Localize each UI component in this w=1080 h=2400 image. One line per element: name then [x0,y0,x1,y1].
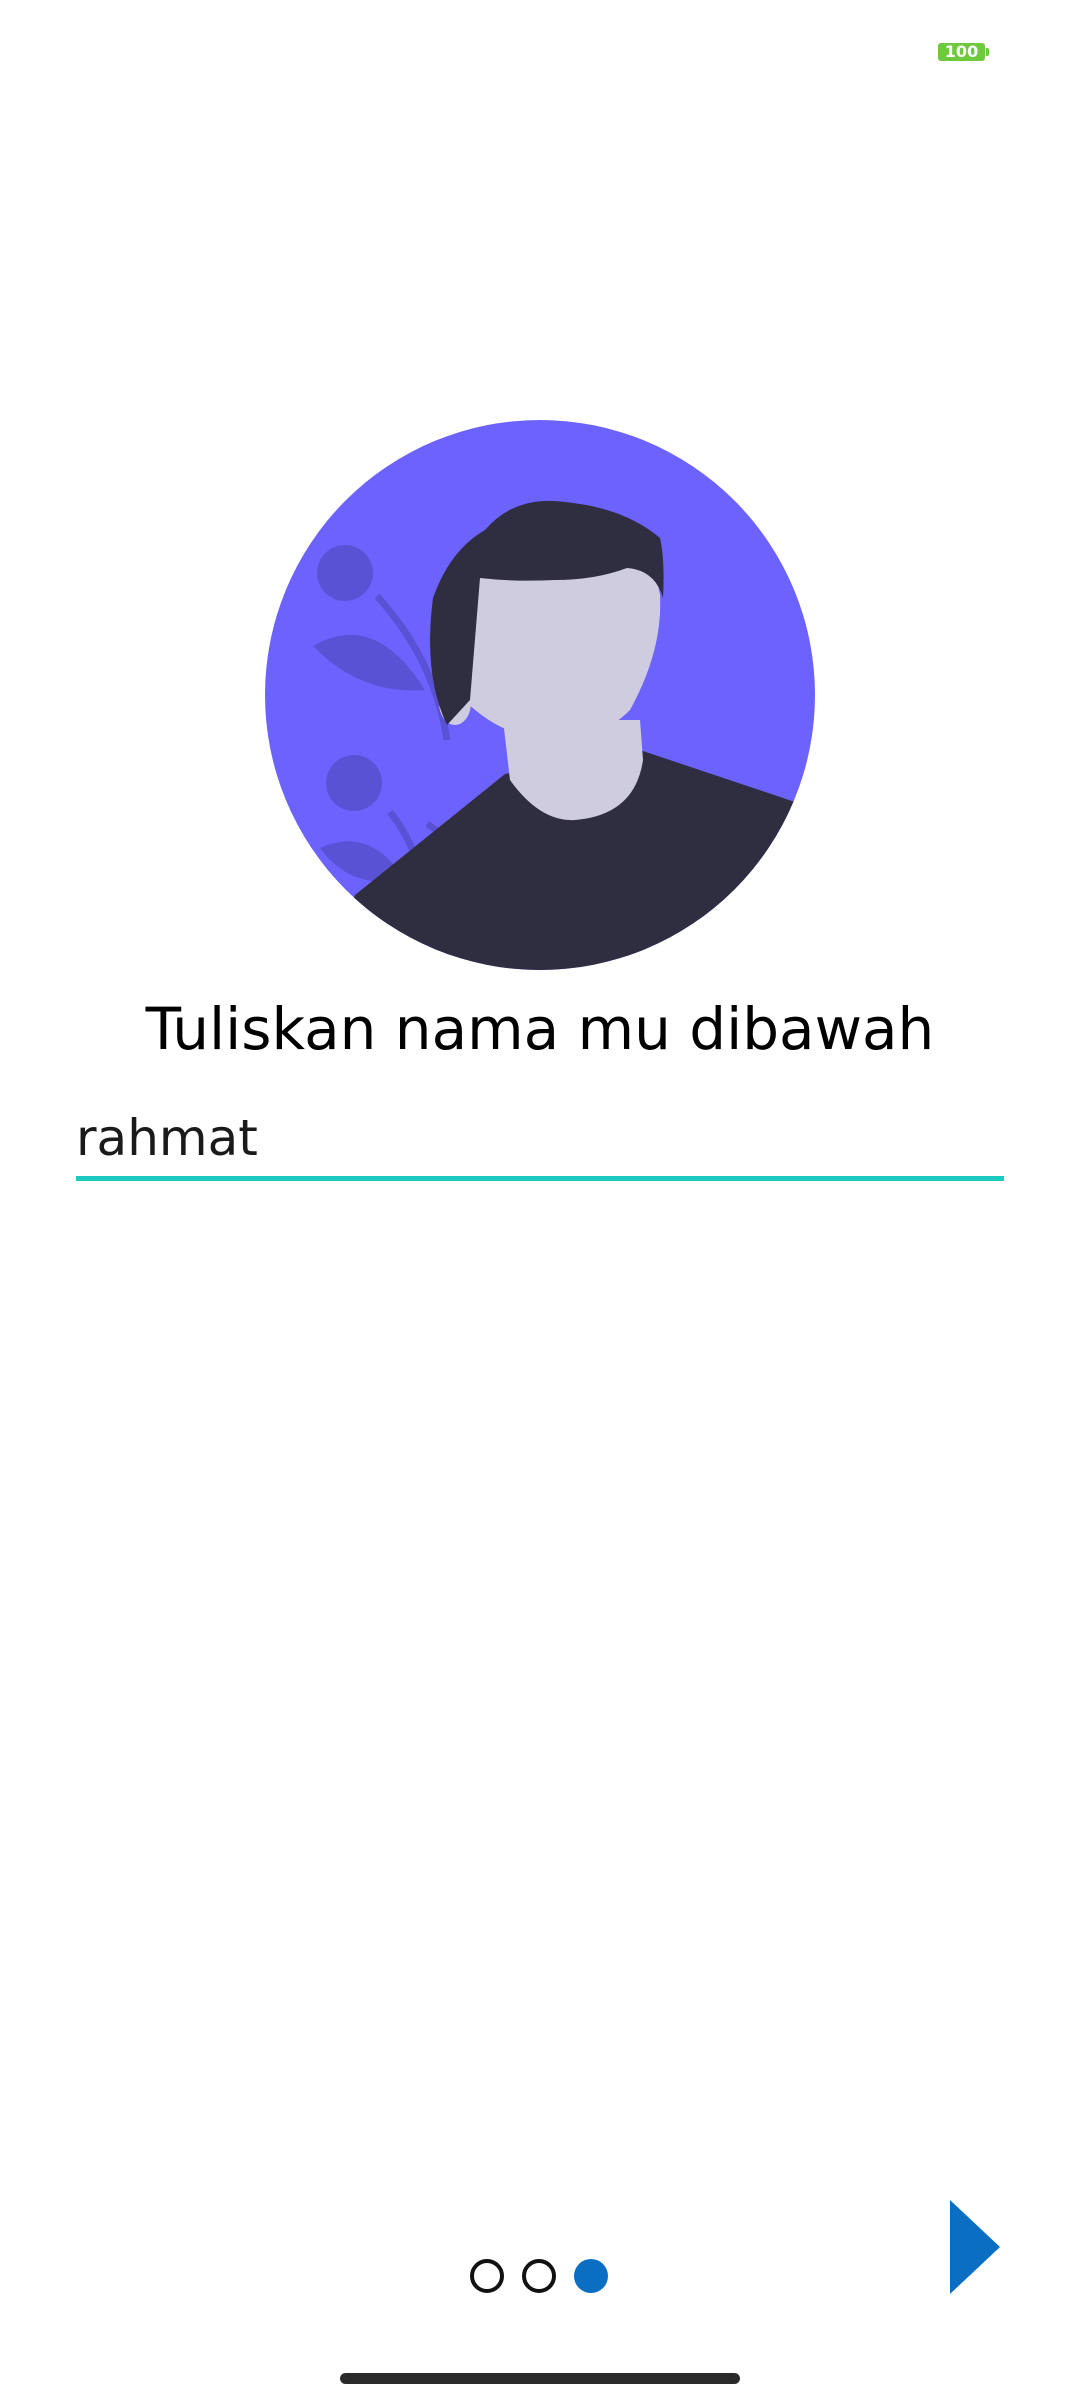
home-indicator[interactable] [340,2373,740,2384]
battery-indicator: 100 [938,42,989,61]
page-indicator [470,2259,610,2293]
page-dot-3-active[interactable] [574,2259,608,2293]
name-field[interactable] [76,1100,1004,1181]
page-dot-1[interactable] [470,2259,504,2293]
name-input[interactable] [76,1100,1004,1181]
battery-level: 100 [944,42,979,61]
person-avatar-icon [265,420,815,970]
next-button[interactable] [950,2200,1000,2294]
page-title: Tuliskan nama mu dibawah [145,995,935,1063]
page-dot-2[interactable] [522,2259,556,2293]
onboarding-screen: 100 Tuliskan nama mu dibawah rahmat [0,0,1080,2400]
play-arrow-icon [950,2200,1000,2294]
